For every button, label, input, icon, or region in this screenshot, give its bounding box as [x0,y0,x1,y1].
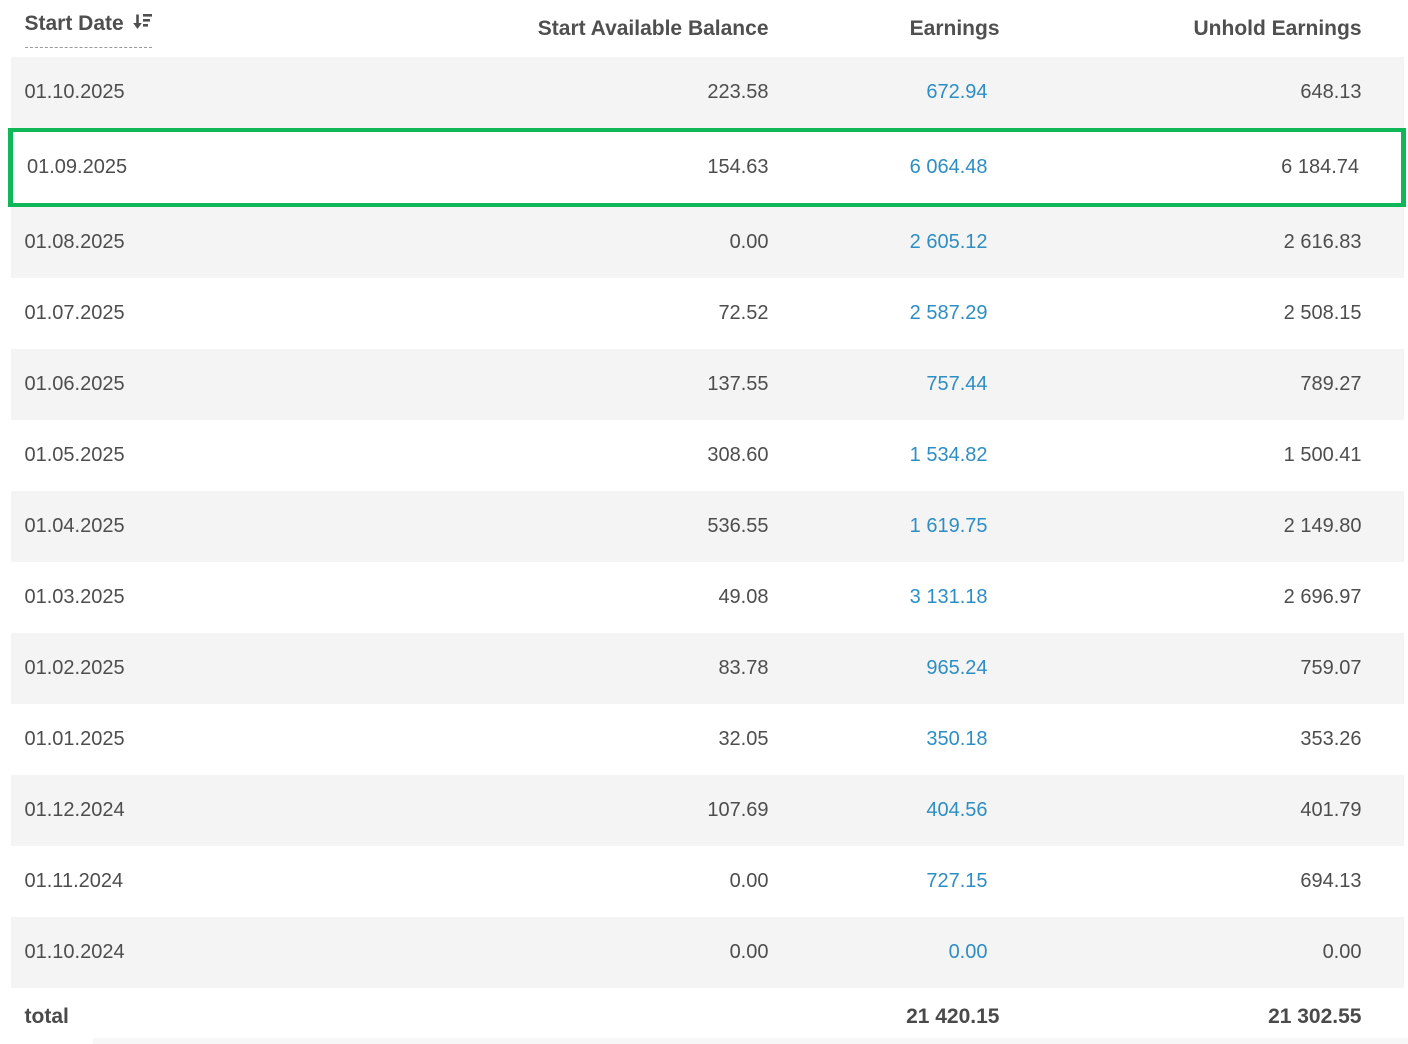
total-label: total [11,988,403,1044]
unhold-earnings-cell: 789.27 [1008,349,1404,420]
start-date-cell: 01.10.2024 [11,917,403,988]
table-row: 01.10.2024 0.00 0.00 0.00 [11,917,1404,988]
table-row: 01.08.2025 0.00 2 605.12 2 616.83 [11,205,1404,278]
earnings-cell: 404.56 [778,775,1008,846]
earnings-cell: 0.00 [778,917,1008,988]
start-date-cell: 01.10.2025 [11,57,403,130]
earnings-cell: 965.24 [778,633,1008,704]
start-date-cell: 01.04.2025 [11,491,403,562]
earnings-link[interactable]: 672.94 [926,81,987,103]
start-date-cell: 01.06.2025 [11,349,403,420]
start-date-cell: 01.02.2025 [11,633,403,704]
earnings-link[interactable]: 3 131.18 [910,586,988,608]
start-date-cell: 01.09.2025 [11,130,403,205]
total-earnings: 21 420.15 [778,988,1008,1044]
start-available-balance-cell: 49.08 [403,562,778,633]
start-date-cell: 01.03.2025 [11,562,403,633]
earnings-link[interactable]: 6 064.48 [910,156,988,178]
earnings-link[interactable]: 350.18 [926,728,987,750]
earnings-link[interactable]: 0.00 [949,941,988,963]
column-header-start-date[interactable]: Start Date [25,10,152,48]
total-row: total 21 420.15 21 302.55 [11,988,1404,1044]
table-row: 01.06.2025 137.55 757.44 789.27 [11,349,1404,420]
earnings-cell: 727.15 [778,846,1008,917]
column-header-start-available-balance: Start Available Balance [403,0,778,57]
start-date-cell: 01.05.2025 [11,420,403,491]
start-available-balance-cell: 72.52 [403,278,778,349]
earnings-cell: 3 131.18 [778,562,1008,633]
header-row: Start Date [11,0,1404,57]
unhold-earnings-cell: 6 184.74 [1008,130,1404,205]
table-row: 01.05.2025 308.60 1 534.82 1 500.41 [11,420,1404,491]
earnings-link[interactable]: 757.44 [926,373,987,395]
earnings-cell: 672.94 [778,57,1008,130]
unhold-earnings-cell: 648.13 [1008,57,1404,130]
earnings-table: Start Date [8,0,1406,1044]
start-date-cell: 01.08.2025 [11,205,403,278]
start-available-balance-cell: 107.69 [403,775,778,846]
table-row: 01.11.2024 0.00 727.15 694.13 [11,846,1404,917]
unhold-earnings-cell: 353.26 [1008,704,1404,775]
table-row: 01.09.2025 154.63 6 064.48 6 184.74 [11,130,1404,205]
start-available-balance-cell: 83.78 [403,633,778,704]
start-available-balance-cell: 154.63 [403,130,778,205]
start-date-cell: 01.07.2025 [11,278,403,349]
unhold-earnings-cell: 0.00 [1008,917,1404,988]
start-date-cell: 01.01.2025 [11,704,403,775]
start-available-balance-cell: 32.05 [403,704,778,775]
table-row: 01.07.2025 72.52 2 587.29 2 508.15 [11,278,1404,349]
start-date-cell: 01.11.2024 [11,846,403,917]
start-available-balance-cell: 0.00 [403,205,778,278]
earnings-link[interactable]: 2 587.29 [910,302,988,324]
table-row: 01.01.2025 32.05 350.18 353.26 [11,704,1404,775]
earnings-cell: 1 619.75 [778,491,1008,562]
column-header-earnings: Earnings [778,0,1008,57]
earnings-report-page: Start Date [0,0,1408,1044]
unhold-earnings-cell: 759.07 [1008,633,1404,704]
start-available-balance-cell: 308.60 [403,420,778,491]
start-date-cell: 01.12.2024 [11,775,403,846]
earnings-link[interactable]: 1 619.75 [910,515,988,537]
table-row: 01.03.2025 49.08 3 131.18 2 696.97 [11,562,1404,633]
next-row-edge [93,1038,1408,1044]
start-date-header-label: Start Date [25,12,124,36]
earnings-link[interactable]: 1 534.82 [910,444,988,466]
table-row: 01.10.2025 223.58 672.94 648.13 [11,57,1404,130]
total-balance-empty [403,988,778,1044]
start-available-balance-cell: 223.58 [403,57,778,130]
start-available-balance-cell: 0.00 [403,846,778,917]
unhold-earnings-cell: 2 149.80 [1008,491,1404,562]
unhold-earnings-cell: 2 616.83 [1008,205,1404,278]
table-row: 01.04.2025 536.55 1 619.75 2 149.80 [11,491,1404,562]
earnings-cell: 1 534.82 [778,420,1008,491]
sort-descending-icon [132,12,152,38]
earnings-cell: 6 064.48 [778,130,1008,205]
start-available-balance-cell: 536.55 [403,491,778,562]
start-available-balance-cell: 0.00 [403,917,778,988]
unhold-earnings-cell: 401.79 [1008,775,1404,846]
earnings-link[interactable]: 965.24 [926,657,987,679]
column-header-unhold-earnings: Unhold Earnings [1008,0,1404,57]
table-row: 01.02.2025 83.78 965.24 759.07 [11,633,1404,704]
start-available-balance-cell: 137.55 [403,349,778,420]
unhold-earnings-cell: 1 500.41 [1008,420,1404,491]
earnings-cell: 350.18 [778,704,1008,775]
unhold-earnings-cell: 2 696.97 [1008,562,1404,633]
earnings-cell: 757.44 [778,349,1008,420]
unhold-earnings-cell: 694.13 [1008,846,1404,917]
earnings-cell: 2 605.12 [778,205,1008,278]
earnings-link[interactable]: 404.56 [926,799,987,821]
unhold-earnings-cell: 2 508.15 [1008,278,1404,349]
earnings-link[interactable]: 727.15 [926,870,987,892]
table-row: 01.12.2024 107.69 404.56 401.79 [11,775,1404,846]
total-unhold-earnings: 21 302.55 [1008,988,1404,1044]
earnings-cell: 2 587.29 [778,278,1008,349]
earnings-link[interactable]: 2 605.12 [910,231,988,253]
